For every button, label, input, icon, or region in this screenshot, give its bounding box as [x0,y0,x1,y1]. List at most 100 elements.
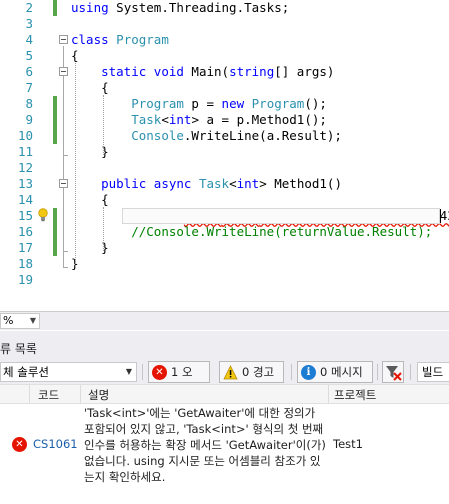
code-text: using System.Threading.Tasks; [71,0,289,16]
outline-end [63,267,68,268]
line-number: 8 [25,96,33,111]
text-caret [440,209,441,223]
collapse-icon[interactable] [59,179,68,188]
collapse-icon[interactable] [59,35,68,44]
collapse-icon[interactable] [59,67,68,76]
line-number: 13 [17,176,33,191]
errors-filter-button[interactable]: ✕ 1 오류 [148,361,210,399]
column-header-code[interactable]: 코드 [38,387,59,403]
column-divider[interactable] [328,385,329,404]
toolbar-separator [291,364,292,380]
code-token: [] args) [274,64,335,79]
change-marker [53,96,57,112]
column-header-description[interactable]: 설명 [88,387,109,403]
code-token: Console [131,128,184,143]
change-marker [53,224,57,240]
current-line-highlight [122,208,440,224]
error-project: Test1 [333,437,363,451]
error-list-toolbar: 체 솔루션 ▼ ✕ 1 오류 0 경고 i 0 메시지 빌드 + [0,360,449,399]
code-text: static void Main(string[] args) [71,64,334,80]
code-text: { [71,48,79,64]
line-number: 12 [17,160,33,175]
code-line[interactable]: 16 //Console.WriteLine(returnValue.Resul… [0,224,449,240]
code-line[interactable]: 2 using System.Threading.Tasks; [0,0,449,16]
chevron-down-icon: ▼ [125,367,132,376]
code-token: static [101,64,147,79]
code-text: { [71,80,109,96]
code-token: public [101,176,147,191]
info-icon: i [301,365,316,380]
line-number: 6 [25,64,33,79]
code-token: > Method1() [259,176,342,191]
code-token: p = [183,96,222,111]
line-number: 5 [25,48,33,63]
code-line[interactable]: 11 } [0,144,449,160]
column-divider[interactable] [29,385,30,404]
clear-filter-icon [386,366,402,381]
error-table-header: 코드 설명 프로젝트 [0,384,449,404]
change-marker [53,128,57,144]
code-text: public async Task<int> Method1() [71,176,342,192]
warnings-filter-button[interactable]: 0 경고 [219,361,284,383]
code-token: System.Threading.Tasks; [108,0,290,15]
line-number: 4 [25,32,33,47]
line-number: 11 [17,144,33,159]
lightbulb-icon[interactable] [37,208,49,222]
table-row[interactable]: ✕ CS1061 'Task<int>'에는 'GetAwaiter'에 대한 … [0,404,449,504]
code-token: async [153,176,192,191]
column-header-project[interactable]: 프로젝트 [334,387,376,403]
code-line[interactable]: 5{ [0,48,449,64]
change-marker [53,0,57,16]
change-marker [53,112,57,128]
outline-end [63,251,68,252]
code-line[interactable]: 18} [0,256,449,272]
code-line[interactable]: 17 } [0,240,449,256]
line-number: 19 [17,272,33,287]
code-text: Program p = new Program(); [71,96,327,112]
warning-icon [223,365,238,380]
error-code-link[interactable]: CS1061 [33,437,78,451]
code-line[interactable]: 19 [0,272,449,288]
column-divider[interactable] [80,385,81,404]
code-token: { [71,192,109,207]
code-token: { [71,48,79,63]
line-number: 17 [17,240,33,255]
code-token: < [161,112,169,127]
code-line[interactable]: 12 [0,160,449,176]
messages-filter-button[interactable]: i 0 메시지 [297,361,373,383]
code-token: .WriteLine(a.Result); [183,128,342,143]
code-line[interactable]: 14 { [0,192,449,208]
toolbar-separator [410,364,411,380]
zoom-value: % [3,314,14,327]
warnings-filter-label: 0 경고 [242,365,275,379]
scope-value: 체 솔루션 [3,365,49,379]
indent-guide [103,207,104,251]
code-token: Program [116,32,169,47]
code-line[interactable]: 9 Task<int> a = p.Method1(); [0,112,449,128]
code-line[interactable]: 8 Program p = new Program(); [0,96,449,112]
code-line[interactable]: 3 [0,16,449,32]
messages-filter-label: 0 메시지 [320,365,363,379]
code-token: Program [131,96,184,111]
zoom-select[interactable]: % ▼ [0,313,40,329]
line-number: 15 [17,208,33,223]
clear-filter-button[interactable] [382,361,404,383]
code-token: < [229,176,237,191]
line-number: 2 [25,0,33,15]
code-line[interactable]: 10 Console.WriteLine(a.Result); [0,128,449,144]
code-editor[interactable]: 2 using System.Threading.Tasks; 3 4 class Pr… [0,0,449,307]
build-select[interactable]: 빌드 + [417,362,449,397]
code-token: using [71,0,109,15]
scope-select[interactable]: 체 솔루션 ▼ [0,362,137,382]
code-token: { [71,80,109,95]
code-line[interactable]: 7 { [0,80,449,96]
editor-status-strip: % ▼ [0,311,449,330]
code-token: Task [131,112,162,127]
code-token: class [71,32,109,47]
toolbar-separator [377,364,378,380]
